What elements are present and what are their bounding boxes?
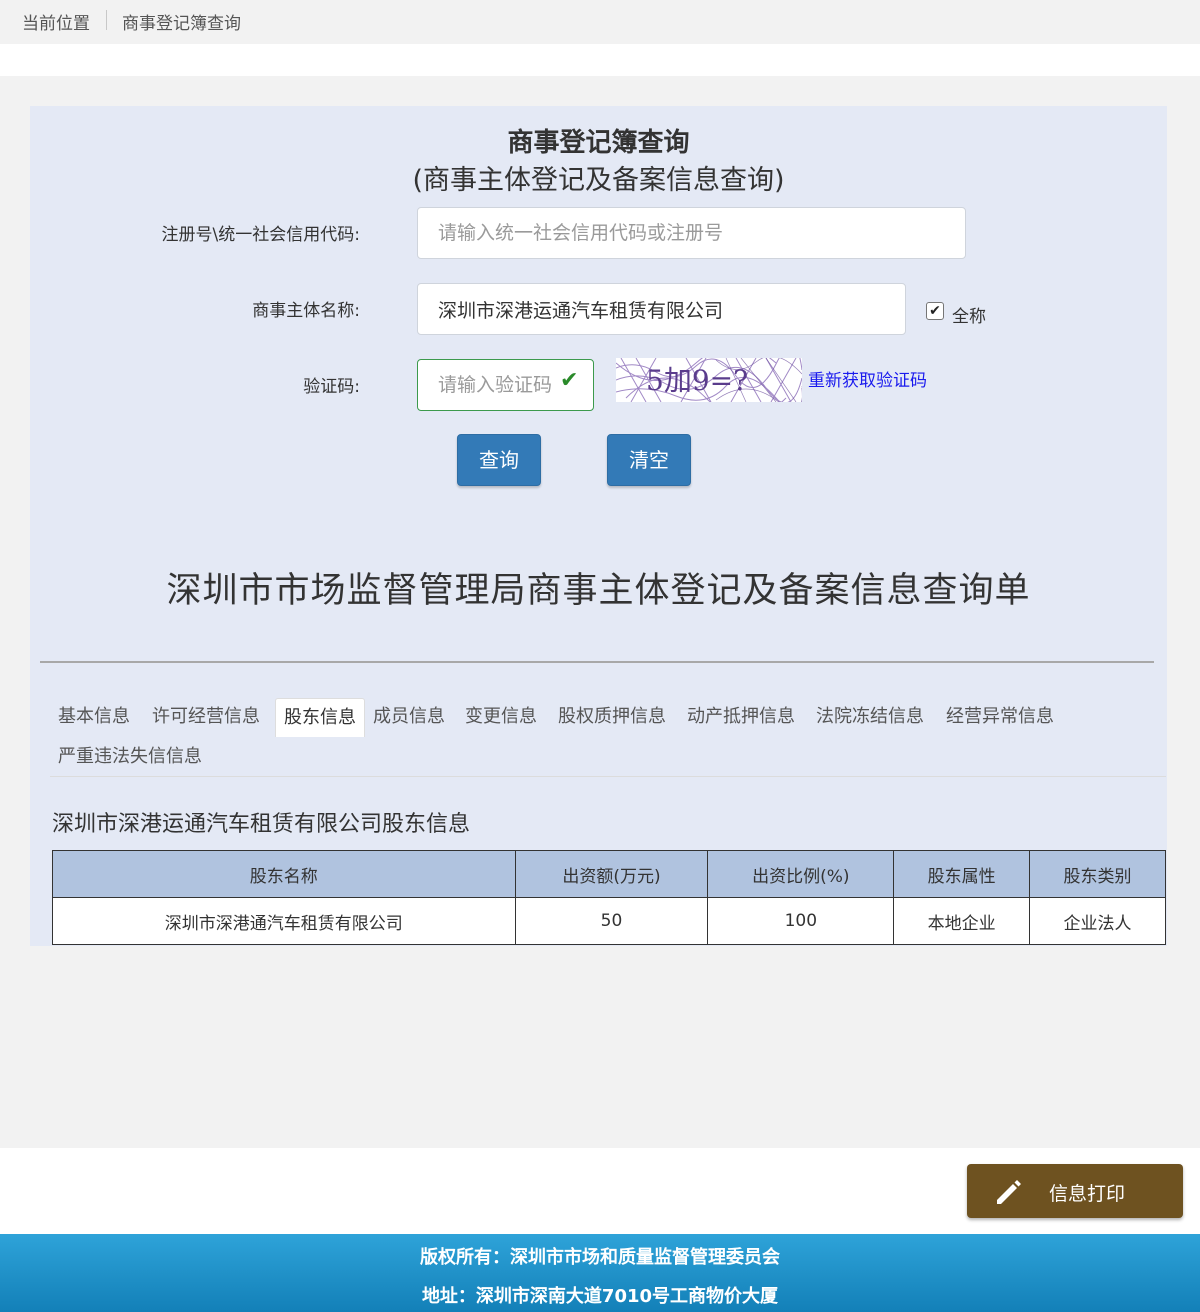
tab-court-freeze-info[interactable]: 法院冻结信息 xyxy=(808,698,932,736)
section-title: 深圳市深港运通汽车租赁有限公司股东信息 xyxy=(52,812,471,837)
captcha-image[interactable]: 5加9=? xyxy=(616,358,802,402)
captcha-label: 验证码: xyxy=(303,377,360,397)
tabs-underline xyxy=(50,776,1166,777)
table-cell: 50 xyxy=(514,897,709,945)
entity-name-input[interactable] xyxy=(417,283,906,335)
query-button[interactable]: 查询 xyxy=(457,434,541,486)
breadcrumb-separator xyxy=(106,10,107,30)
table-cell: 100 xyxy=(707,897,895,945)
tab-chattel-mortgage-info[interactable]: 动产抵押信息 xyxy=(679,698,803,736)
report-title: 深圳市市场监督管理局商事主体登记及备案信息查询单 xyxy=(166,571,1031,611)
code-label: 注册号\统一社会信用代码: xyxy=(161,225,360,245)
query-panel: 商事登记簿查询 (商事主体登记及备案信息查询) 注册号\统一社会信用代码: 商事… xyxy=(30,106,1167,946)
table-header-row: 股东名称 出资额(万元) 出资比例(%) 股东属性 股东类别 xyxy=(52,850,1166,898)
content-area: 商事登记簿查询 (商事主体登记及备案信息查询) 注册号\统一社会信用代码: 商事… xyxy=(0,76,1200,1148)
tab-license-info[interactable]: 许可经营信息 xyxy=(144,698,268,736)
fullname-checkbox[interactable]: ✔ xyxy=(926,302,944,320)
table-header: 出资比例(%) xyxy=(707,850,895,898)
form-title: 商事登记簿查询 xyxy=(507,128,690,158)
footer-address: 地址：深圳市深南大道7010号工商物价大厦 xyxy=(421,1286,779,1307)
table-header: 股东类别 xyxy=(1029,850,1166,898)
breadcrumb: 当前位置 商事登记簿查询 xyxy=(0,0,1200,44)
footer: 版权所有：深圳市市场和质量监督管理委员会 地址：深圳市深南大道7010号工商物价… xyxy=(0,1234,1200,1312)
divider xyxy=(40,661,1154,663)
table-row: 深圳市深港通汽车租赁有限公司 50 100 本地企业 企业法人 xyxy=(52,897,1166,945)
credit-code-input[interactable] xyxy=(417,207,966,259)
tab-shareholder-info[interactable]: 股东信息 xyxy=(275,698,365,737)
captcha-text: 5加9=? xyxy=(646,364,748,397)
tab-basic-info[interactable]: 基本信息 xyxy=(50,698,138,736)
print-button-label: 信息打印 xyxy=(1049,1183,1126,1205)
pencil-icon xyxy=(997,1180,1021,1204)
print-button[interactable]: 信息打印 xyxy=(967,1164,1183,1218)
form-subtitle: (商事主体登记及备案信息查询) xyxy=(412,165,785,196)
clear-button[interactable]: 清空 xyxy=(607,434,691,486)
tab-change-info[interactable]: 变更信息 xyxy=(457,698,545,736)
table-cell: 企业法人 xyxy=(1029,897,1166,945)
tab-serious-violation-info[interactable]: 严重违法失信信息 xyxy=(50,738,210,776)
refresh-captcha-link[interactable]: 重新获取验证码 xyxy=(808,366,927,391)
tab-equity-pledge-info[interactable]: 股权质押信息 xyxy=(550,698,674,736)
fullname-label: 全称 xyxy=(952,307,986,327)
tab-member-info[interactable]: 成员信息 xyxy=(365,698,453,736)
breadcrumb-home: 当前位置 xyxy=(22,14,90,34)
table-cell: 本地企业 xyxy=(893,897,1031,945)
name-label: 商事主体名称: xyxy=(252,301,360,321)
tab-abnormal-operation-info[interactable]: 经营异常信息 xyxy=(938,698,1062,736)
shareholder-table: 股东名称 出资额(万元) 出资比例(%) 股东属性 股东类别 深圳市深港通汽车租… xyxy=(52,850,1166,945)
footer-copyright: 版权所有：深圳市市场和质量监督管理委员会 xyxy=(420,1247,780,1268)
table-header: 股东属性 xyxy=(893,850,1031,898)
check-icon: ✔ xyxy=(560,368,579,393)
breadcrumb-current: 商事登记簿查询 xyxy=(122,14,241,34)
table-header: 出资额(万元) xyxy=(514,850,709,898)
table-cell: 深圳市深港通汽车租赁有限公司 xyxy=(52,897,516,945)
table-header: 股东名称 xyxy=(52,850,516,898)
